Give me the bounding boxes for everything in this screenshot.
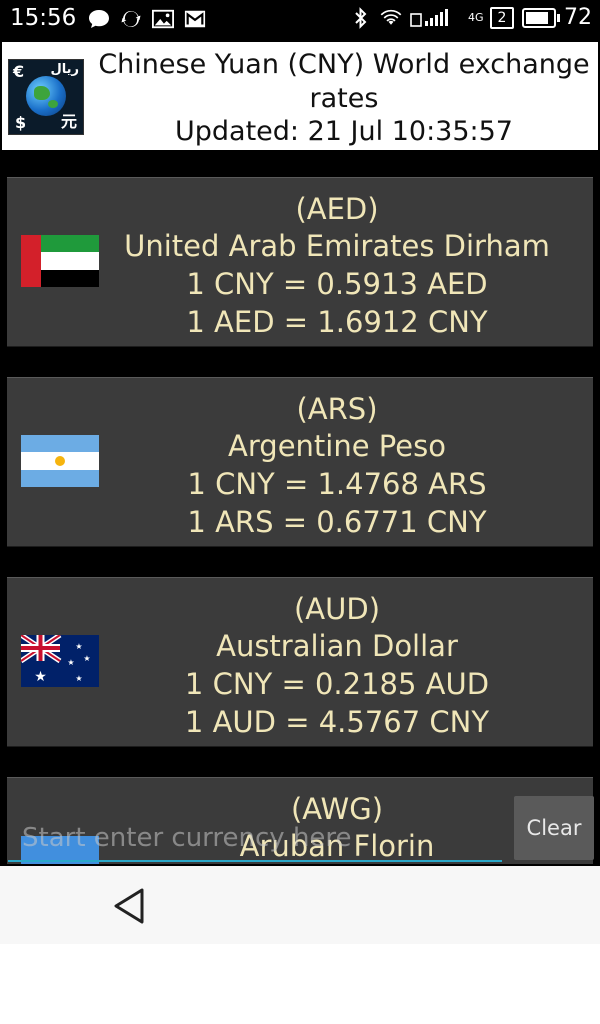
search-input[interactable] xyxy=(8,818,516,858)
svg-text:★: ★ xyxy=(75,642,82,651)
gmail-icon xyxy=(184,8,206,30)
notification-icons xyxy=(88,8,206,30)
currency-list[interactable]: (AED) United Arab Emirates Dirham 1 CNY … xyxy=(0,150,600,864)
rate-to-cny: 1 AED = 1.6912 CNY xyxy=(186,305,488,339)
rate-from-cny: 1 CNY = 0.5913 AED xyxy=(186,267,488,301)
image-icon xyxy=(152,8,174,30)
currency-search[interactable] xyxy=(8,818,516,862)
rate-from-cny: 1 CNY = 1.4768 ARS xyxy=(187,467,487,501)
sync-icon xyxy=(120,8,142,30)
updated-timestamp: Updated: 21 Jul 10:35:57 xyxy=(175,116,513,147)
svg-text:★: ★ xyxy=(75,674,82,683)
battery-level: 72 xyxy=(564,5,592,30)
currency-name: Argentine Peso xyxy=(228,429,446,463)
rate-to-cny: 1 ARS = 0.6771 CNY xyxy=(187,505,487,539)
page-title: Chinese Yuan (CNY) World exchange rates xyxy=(98,49,590,114)
currency-code: (AUD) xyxy=(293,592,381,626)
network-type: 4G xyxy=(468,10,484,24)
status-bar: 15:56 4G 2 72 xyxy=(0,0,600,40)
dollar-symbol: $ xyxy=(15,113,27,132)
yuan-symbol: 元 xyxy=(60,112,77,131)
currency-code: (AED) xyxy=(295,192,379,226)
signal-icon xyxy=(410,7,460,29)
back-triangle-icon[interactable] xyxy=(108,884,152,928)
bluetooth-icon xyxy=(350,6,372,29)
rial-symbol: ریال xyxy=(50,62,79,77)
currency-code: (ARS) xyxy=(296,392,378,426)
svg-text:★: ★ xyxy=(67,658,74,667)
app-header: € ریال $ 元 Chinese Yuan (CNY) World exch… xyxy=(2,42,598,150)
currency-name: Australian Dollar xyxy=(216,629,458,663)
wifi-icon xyxy=(380,7,402,29)
globe-icon xyxy=(26,76,66,116)
navigation-bar xyxy=(0,866,600,944)
rate-from-cny: 1 CNY = 0.2185 AUD xyxy=(184,667,490,701)
currency-card-aud[interactable]: ★ ★ ★ ★ ★ (AUD) Australian Dollar 1 CNY … xyxy=(7,577,593,747)
currency-card-ars[interactable]: (ARS) Argentine Peso 1 CNY = 1.4768 ARS … xyxy=(7,377,593,547)
rate-to-cny: 1 AUD = 4.5767 CNY xyxy=(184,705,490,739)
status-right: 4G 2 72 xyxy=(350,5,592,30)
chat-bubble-icon xyxy=(88,8,110,30)
sim-slot-badge: 2 xyxy=(490,6,514,29)
clear-button[interactable]: Clear xyxy=(514,796,594,860)
battery-icon xyxy=(522,7,560,28)
euro-symbol: € xyxy=(13,62,25,81)
app-logo: € ریال $ 元 xyxy=(8,59,84,135)
bottom-blank xyxy=(0,944,600,1024)
currency-card-aed[interactable]: (AED) United Arab Emirates Dirham 1 CNY … xyxy=(7,177,593,347)
status-time: 15:56 xyxy=(10,5,77,31)
currency-name: United Arab Emirates Dirham xyxy=(124,229,550,263)
svg-text:★: ★ xyxy=(34,669,47,685)
